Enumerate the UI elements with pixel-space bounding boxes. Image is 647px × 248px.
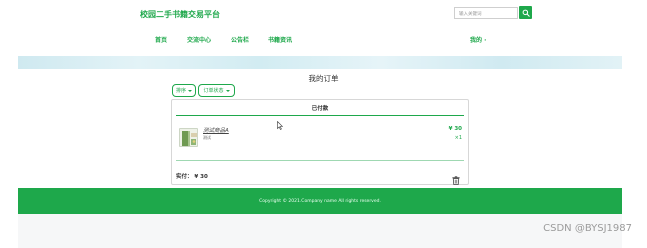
nav-item-forum[interactable]: 交流中心	[187, 35, 211, 44]
search-button[interactable]	[519, 6, 532, 19]
caret-down-icon	[188, 89, 192, 92]
order-status-dropdown[interactable]: 订单状态	[198, 84, 235, 97]
order-status-header: 已付款	[311, 106, 329, 112]
cursor-icon	[277, 120, 284, 130]
product-subtitle: 测试	[203, 135, 211, 140]
trash-icon	[452, 176, 460, 185]
footer: Copyright © 2021.Company name All rights…	[18, 188, 622, 214]
order-total: 实付： ¥ 30	[176, 174, 208, 180]
product-price: ¥ 30	[448, 126, 462, 132]
watermark: CSDN @BYSJ1987	[543, 223, 632, 234]
product-image[interactable]	[179, 128, 198, 147]
nav-item-book-news[interactable]: 书籍资讯	[268, 35, 292, 44]
user-menu[interactable]: 我的 ·	[470, 35, 486, 44]
sort-dropdown[interactable]: 排序	[172, 84, 196, 97]
caret-down-icon	[225, 89, 230, 92]
nav-item-home[interactable]: 首页	[155, 35, 167, 44]
search-icon	[522, 9, 530, 17]
search-input[interactable]	[454, 7, 518, 19]
order-card: 已付款 测试商品A 测试 ¥ 30 ×1 实付： ¥ 30	[171, 99, 469, 185]
product-name-link[interactable]: 测试商品A	[203, 126, 229, 134]
nav-item-notice[interactable]: 公告栏	[231, 35, 249, 44]
divider	[176, 160, 464, 161]
product-quantity: ×1	[454, 135, 462, 141]
sort-label: 排序	[175, 88, 186, 94]
book-image-icon	[180, 129, 197, 146]
page: 校园二手书籍交易平台 首页 交流中心 公告栏 书籍资讯 我的 · 我的订单 排序…	[0, 0, 647, 248]
delete-order-button[interactable]	[452, 170, 460, 189]
footer-copyright: Copyright © 2021.Company name All rights…	[259, 198, 381, 204]
page-title: 我的订单	[308, 74, 339, 83]
site-title[interactable]: 校园二手书籍交易平台	[140, 9, 220, 20]
order-status-label: 订单状态	[203, 88, 224, 94]
bottom-background	[18, 214, 622, 248]
divider	[176, 115, 464, 116]
banner	[18, 56, 622, 69]
mouse-cursor	[277, 115, 284, 134]
